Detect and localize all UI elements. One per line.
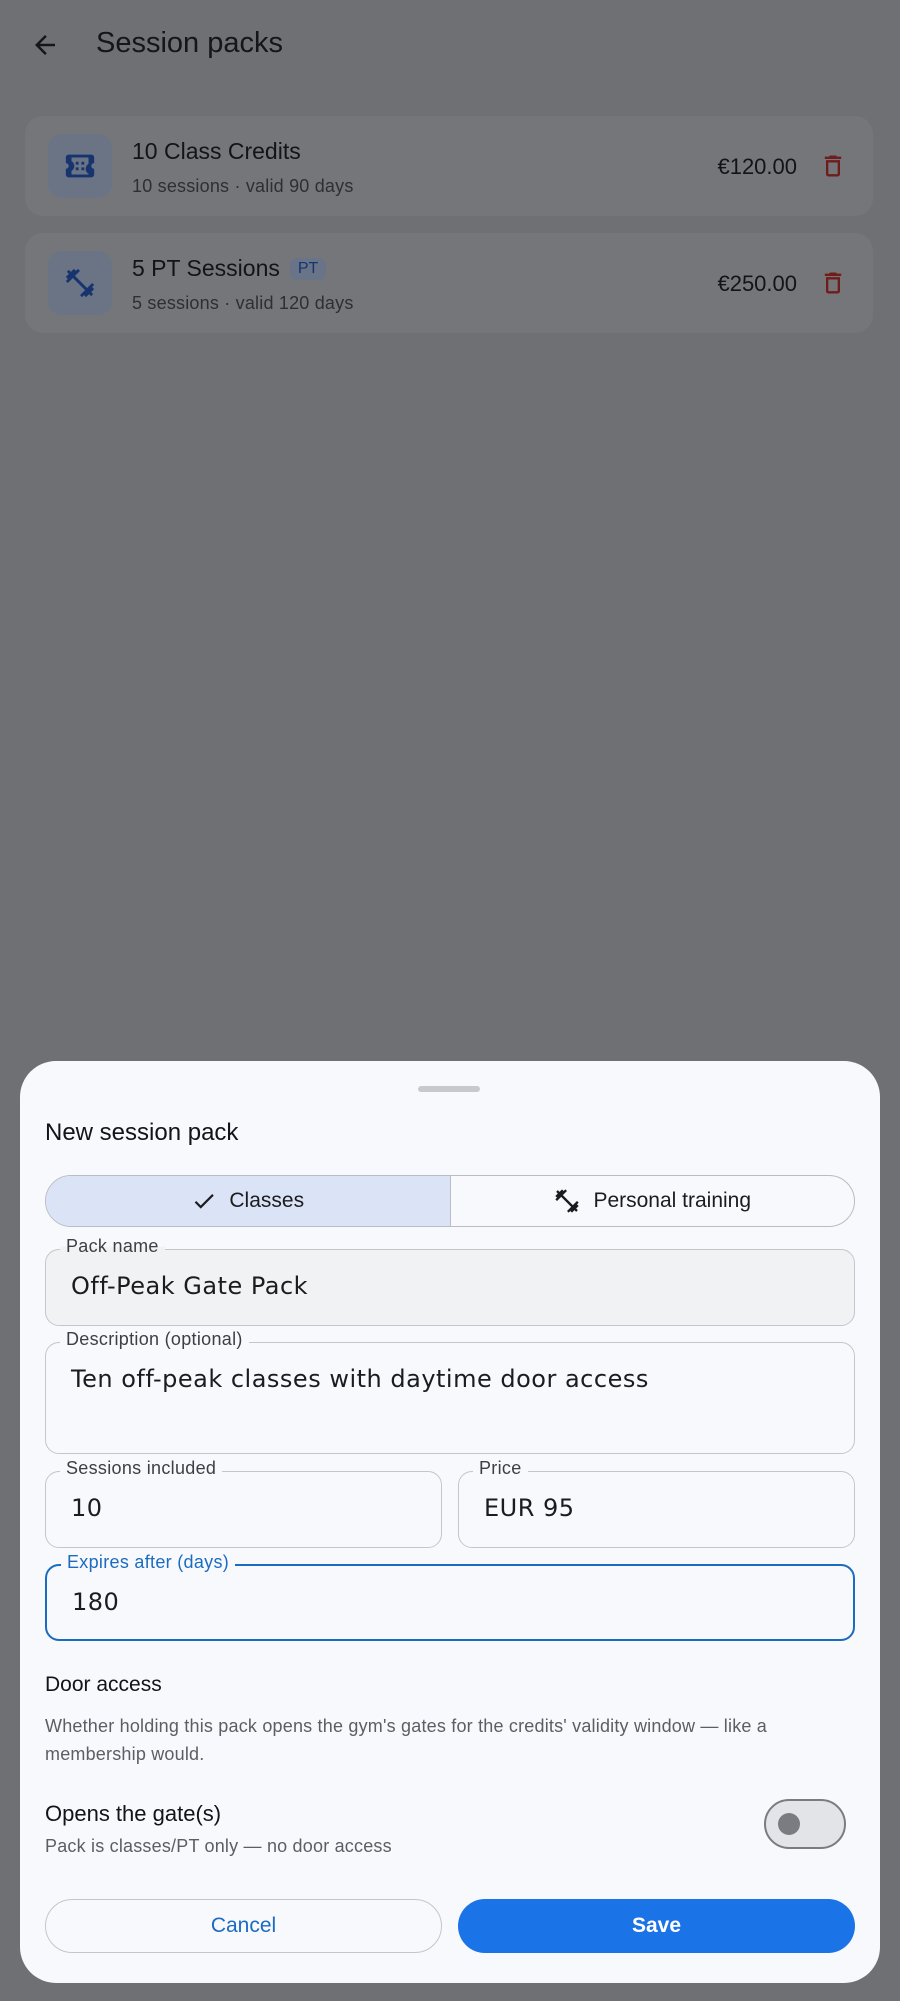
pack-name-field[interactable]: Pack name Off-Peak Gate Pack [45, 1236, 855, 1326]
field-label: Pack name [60, 1236, 165, 1257]
field-value: EUR 95 [484, 1494, 575, 1522]
dumbbell-icon [555, 1189, 580, 1213]
gate-toggle-subtitle: Pack is classes/PT only — no door access [45, 1836, 392, 1856]
trash-icon [824, 272, 842, 294]
door-access-description: Whether holding this pack opens the gym'… [45, 1716, 768, 1764]
field-label: Price [473, 1458, 528, 1479]
pack-name: 10 Class Credits [132, 138, 301, 164]
door-access-title: Door access [45, 1673, 162, 1696]
check-icon [195, 1194, 215, 1209]
field-value: 180 [72, 1588, 120, 1616]
sheet-title: New session pack [45, 1119, 239, 1146]
cancel-button[interactable]: Cancel [45, 1899, 442, 1953]
description-field[interactable]: Description (optional) Ten off-peak clas… [45, 1329, 855, 1454]
pack-name: 5 PT Sessions PT [132, 255, 327, 282]
price-field[interactable]: Price EUR 95 [458, 1458, 855, 1548]
app-bar: Session packs [0, 0, 900, 90]
delete-button[interactable] [815, 148, 851, 184]
pack-type-toggle: Classes Personal training [45, 1175, 855, 1227]
arrow-left-icon [35, 35, 55, 55]
pack-card[interactable]: 10 Class Credits 10 sessions · valid 90 … [25, 116, 873, 216]
field-value: Off-Peak Gate Pack [71, 1272, 309, 1300]
pack-price: €120.00 [717, 154, 797, 179]
pack-icon-container [48, 134, 112, 198]
segment-personal-training[interactable]: Personal training [451, 1176, 855, 1226]
field-label: Sessions included [60, 1458, 223, 1479]
pack-price: €250.00 [717, 271, 797, 296]
save-button[interactable]: Save [458, 1899, 855, 1953]
expires-field[interactable]: Expires after (days) 180 [45, 1552, 855, 1641]
delete-button[interactable] [815, 265, 851, 301]
field-label: Expires after (days) [61, 1552, 236, 1573]
switch-thumb [778, 1813, 800, 1835]
segment-label: Personal training [593, 1189, 752, 1212]
gate-switch[interactable] [764, 1799, 846, 1849]
segment-label: Classes [229, 1189, 305, 1212]
pack-name-text: 5 PT Sessions [132, 255, 280, 281]
new-pack-sheet: New session pack Classes Personal traini… [20, 1061, 880, 1983]
ticket-icon [65, 154, 95, 178]
pack-icon-container [48, 251, 112, 315]
drag-handle[interactable] [418, 1086, 480, 1092]
pack-card[interactable]: 5 PT Sessions PT 5 sessions · valid 120 d… [25, 233, 873, 333]
field-value: Ten off-peak classes with daytime door a… [71, 1365, 649, 1393]
trash-icon [824, 155, 842, 177]
back-button[interactable] [22, 22, 68, 68]
dumbbell-icon [65, 268, 95, 298]
sessions-field[interactable]: Sessions included 10 [45, 1458, 442, 1548]
segment-classes[interactable]: Classes [46, 1176, 451, 1226]
gate-toggle-title: Opens the gate(s) [45, 1801, 222, 1826]
pack-meta: 5 sessions · valid 120 days [132, 293, 354, 313]
pt-badge: PT [289, 258, 327, 280]
pack-meta: 10 sessions · valid 90 days [132, 176, 354, 196]
field-label: Description (optional) [60, 1329, 249, 1350]
page-title: Session packs [96, 27, 283, 59]
field-value: 10 [71, 1494, 103, 1522]
